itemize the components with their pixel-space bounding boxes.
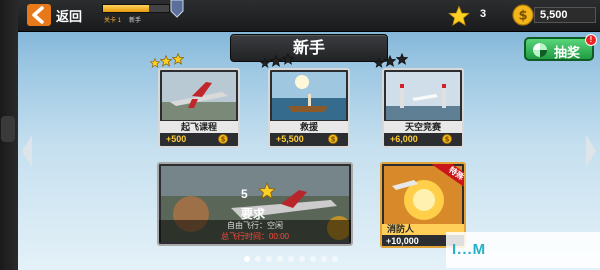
mission-name: 起飞课程 xyxy=(160,121,238,133)
prev-page-arrow-icon[interactable] xyxy=(21,134,33,168)
back-arrow-icon xyxy=(27,4,51,26)
page-dot[interactable] xyxy=(288,256,294,262)
mission-thumbnail xyxy=(272,72,346,120)
page-dot[interactable] xyxy=(266,256,272,262)
locked-mission-card[interactable]: 5 要求 自由飞行：空闲 总飞行时间：00:00 xyxy=(157,162,353,246)
star-empty-icon xyxy=(396,53,408,65)
stars-count: 3 xyxy=(480,8,487,20)
star-gold-icon xyxy=(172,53,184,65)
required-stars-count: 5 xyxy=(241,187,248,201)
page-dot[interactable] xyxy=(310,256,316,262)
mission-reward: +10,000 xyxy=(386,236,419,246)
star-empty-icon xyxy=(384,55,396,67)
mission-stars-sky-race xyxy=(374,53,408,68)
svg-text:$: $ xyxy=(331,136,336,144)
level-progress-bar xyxy=(102,4,170,13)
coin-icon: $ xyxy=(512,4,534,26)
mission-name: 天空竞赛 xyxy=(384,121,462,133)
mission-stars-rescue xyxy=(260,53,294,68)
page-dot[interactable] xyxy=(255,256,261,262)
star-icon xyxy=(258,182,276,200)
mission-reward: +5,500 xyxy=(276,134,304,144)
mission-stars-takeoff xyxy=(150,53,184,68)
star-icon xyxy=(448,5,470,26)
coin-icon: $ xyxy=(328,134,338,144)
camera-notch xyxy=(1,116,15,142)
cash-value: 5,500 xyxy=(540,9,568,21)
page-dot[interactable] xyxy=(332,256,338,262)
watermark-text: I...M xyxy=(452,241,487,258)
lottery-badge: ! xyxy=(585,34,597,46)
mission-thumbnail xyxy=(386,72,460,120)
star-empty-icon xyxy=(374,58,384,68)
svg-text:$: $ xyxy=(445,136,450,144)
lottery-button[interactable]: 抽奖 ! xyxy=(524,34,597,61)
star-empty-icon xyxy=(270,55,282,67)
back-label[interactable]: 返回 xyxy=(56,6,82,25)
category-title: 新手 xyxy=(230,34,388,62)
star-empty-icon xyxy=(260,58,270,68)
mission-card-rescue[interactable]: 救援 +5,500 $ xyxy=(268,68,350,148)
prize-wheel-icon xyxy=(533,43,547,57)
mission-card-takeoff[interactable]: 起飞课程 +500 $ xyxy=(158,68,240,148)
svg-text:$: $ xyxy=(518,9,527,24)
page-dot[interactable] xyxy=(244,256,250,262)
device-edge xyxy=(0,0,18,270)
coin-icon: $ xyxy=(218,134,228,144)
coin-icon: $ xyxy=(442,134,452,144)
rank-shield-icon xyxy=(170,0,184,18)
star-gold-icon xyxy=(150,58,160,68)
page-dot[interactable] xyxy=(277,256,283,262)
mission-reward: +500 xyxy=(166,134,187,144)
star-gold-icon xyxy=(160,55,172,67)
page-indicator xyxy=(244,256,338,262)
site-watermark: I...M xyxy=(446,232,600,268)
lottery-label: 抽奖 xyxy=(554,45,581,60)
page-dot[interactable] xyxy=(321,256,327,262)
level-info: 关卡 1 新手 xyxy=(104,15,141,24)
star-empty-icon xyxy=(282,53,294,65)
next-rank-label: 新手 xyxy=(129,18,142,24)
svg-text:$: $ xyxy=(221,136,226,144)
level-label: 关卡 1 xyxy=(104,18,122,24)
next-page-arrow-icon[interactable] xyxy=(585,134,597,168)
mission-name: 救援 xyxy=(270,121,348,133)
flight-time-line: 总飞行时间：00:00 xyxy=(159,231,351,242)
page-dot[interactable] xyxy=(299,256,305,262)
mission-reward: +6,000 xyxy=(390,134,418,144)
back-button[interactable] xyxy=(26,3,52,27)
mission-card-sky-race[interactable]: 天空竞赛 +6,000 $ xyxy=(382,68,464,148)
mode-line: 自由飞行：空闲 xyxy=(159,220,351,231)
level-progress-fill xyxy=(103,5,150,12)
top-bar: 返回 关卡 1 新手 3 $ 5,500 xyxy=(18,0,600,32)
mission-thumbnail xyxy=(162,72,236,120)
